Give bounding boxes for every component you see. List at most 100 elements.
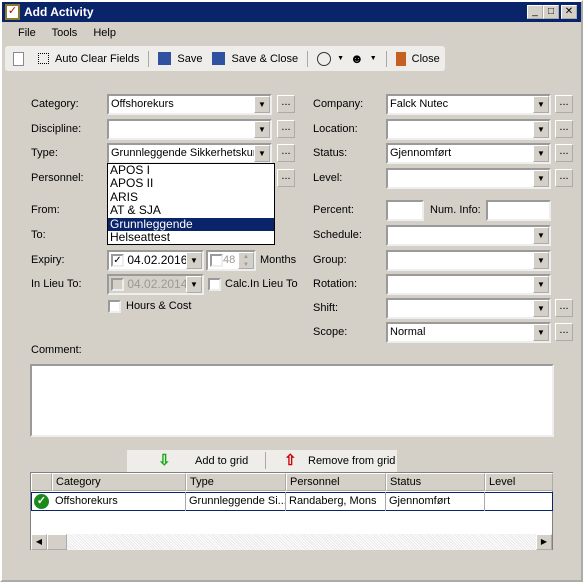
scroll-right-icon[interactable]: ▶ [536,534,552,550]
category-label: Category: [31,98,79,110]
menu-help[interactable]: Help [93,27,116,39]
chevron-down-icon[interactable]: ▼ [254,121,270,138]
type-browse-button[interactable]: ... [277,144,295,162]
horizontal-scrollbar[interactable]: ◀ ▶ [31,534,552,550]
comment-textarea[interactable] [30,364,554,437]
company-label: Company: [313,98,364,110]
type-option[interactable]: AT & SJA [108,203,274,217]
window-title: Add Activity [24,5,94,19]
location-combo[interactable]: ▼ [386,119,551,140]
shift-browse-button[interactable]: ... [555,299,573,317]
type-dropdown-list[interactable]: APOS I APOS II ARIS AT & SJA Grunnleggen… [107,163,275,245]
menu-tools[interactable]: Tools [52,27,78,39]
personnel-browse-button[interactable]: ... [277,169,295,187]
app-icon: ✓ [5,4,20,20]
exit-door-icon [395,51,406,66]
arrow-up-icon: ⇧ [284,452,297,469]
cell-category[interactable]: Offshorekurs [52,492,186,511]
column-header-level[interactable]: Level [485,473,553,491]
calc-in-lieu-label: Calc.In Lieu To [225,278,298,290]
chevron-down-icon[interactable]: ▼ [186,252,202,269]
location-browse-button[interactable]: ... [555,120,573,138]
group-combo[interactable]: ▼ [386,250,551,271]
add-to-grid-button[interactable]: Add to grid [195,451,248,472]
schedule-combo[interactable]: ▼ [386,225,551,246]
level-browse-button[interactable]: ... [555,169,573,187]
status-browse-button[interactable]: ... [555,144,573,162]
cell-status[interactable]: Gjennomført [386,492,485,511]
category-browse-button[interactable]: ... [277,95,295,113]
scrollbar-thumb[interactable] [47,534,67,550]
months-spinner[interactable]: 48 ▲ ▼ [206,250,256,271]
category-combo[interactable]: Offshorekurs ▼ [107,94,272,115]
chevron-down-icon[interactable]: ▼ [533,300,549,317]
company-combo[interactable]: Falck Nutec ▼ [386,94,551,115]
menu-file[interactable]: File [18,27,36,39]
type-option[interactable]: Helseattest [108,230,274,244]
status-combo[interactable]: Gjennomført ▼ [386,143,551,164]
scope-browse-button[interactable]: ... [555,323,573,341]
company-browse-button[interactable]: ... [555,95,573,113]
from-label: From: [31,204,60,216]
hours-cost-checkbox[interactable] [108,300,121,313]
column-header-type[interactable]: Type [186,473,286,491]
person-alert-icon[interactable]: ☻ [350,51,364,66]
scroll-left-icon[interactable]: ◀ [31,534,47,550]
chevron-down-icon[interactable]: ▼ [533,96,549,113]
to-label: To: [31,229,46,241]
type-option-selected[interactable]: Grunnleggende Sikkerhetskurs [108,217,274,243]
in-lieu-checkbox[interactable] [111,278,124,292]
in-lieu-date-picker[interactable]: 04.02.2014 ▼ [107,274,204,295]
cell-type[interactable]: Grunnleggende Si... [186,492,286,511]
chevron-down-icon[interactable]: ▼ [186,276,202,293]
level-label: Level: [313,172,343,184]
rotation-combo[interactable]: ▼ [386,274,551,295]
type-combo[interactable]: Grunnleggende Sikkerhetskurs ▼ [107,143,272,164]
shift-combo[interactable]: ▼ [386,298,551,319]
minimize-button[interactable]: _ [527,5,543,19]
comment-label: Comment: [31,344,82,356]
months-checkbox[interactable] [210,253,223,267]
save-close-button[interactable]: Save & Close [231,53,298,65]
lasso-icon[interactable] [317,51,332,66]
group-label: Group: [313,254,347,266]
column-header-category[interactable]: Category [52,473,186,491]
cell-level[interactable] [485,492,553,511]
discipline-combo[interactable]: ▼ [107,119,272,140]
chevron-down-icon[interactable]: ▼ [254,96,270,113]
spin-updown-icon[interactable]: ▲ ▼ [238,252,254,269]
chevron-down-icon[interactable]: ▼ [533,121,549,138]
maximize-button[interactable]: □ [543,5,559,19]
level-combo[interactable]: ▼ [386,168,551,189]
row-header-corner [31,473,52,491]
chevron-down-icon[interactable]: ▼ [533,170,549,187]
auto-clear-button[interactable]: Auto Clear Fields [55,53,139,65]
type-option[interactable]: ARIS [108,190,274,204]
close-button[interactable]: Close [412,53,440,65]
remove-from-grid-button[interactable]: Remove from grid [308,451,395,472]
close-window-button[interactable]: ✕ [561,5,577,19]
chevron-down-icon[interactable]: ▼ [254,145,270,162]
cell-personnel[interactable]: Randaberg, Mons [286,492,386,511]
calc-in-lieu-checkbox[interactable] [208,278,221,291]
scope-combo[interactable]: Normal ▼ [386,322,551,343]
chevron-down-icon[interactable]: ▼ [533,324,549,341]
chevron-down-icon[interactable]: ▼ [533,276,549,293]
expiry-checkbox[interactable]: ✓ [111,254,124,268]
column-header-personnel[interactable]: Personnel [286,473,386,491]
discipline-browse-button[interactable]: ... [277,120,295,138]
column-header-status[interactable]: Status [386,473,485,491]
new-icon[interactable] [13,51,24,66]
type-option[interactable]: APOS I [108,163,274,177]
num-info-input[interactable] [486,200,551,221]
status-value: Gjennomført [390,147,452,159]
type-option[interactable]: APOS II [108,177,274,190]
chevron-down-icon[interactable]: ▼ [533,145,549,162]
percent-input[interactable] [386,200,424,221]
chevron-down-icon[interactable]: ▼ [533,227,549,244]
activity-grid[interactable]: Category Type Personnel Status Level ✓ O… [30,472,553,550]
chevron-down-icon[interactable]: ▼ [533,252,549,269]
toolbar: Auto Clear Fields Save Save & Close ▼ ☻ ▼… [5,46,445,71]
save-button[interactable]: Save [177,53,202,65]
expiry-date-picker[interactable]: ✓ 04.02.2016 ▼ [107,250,204,271]
